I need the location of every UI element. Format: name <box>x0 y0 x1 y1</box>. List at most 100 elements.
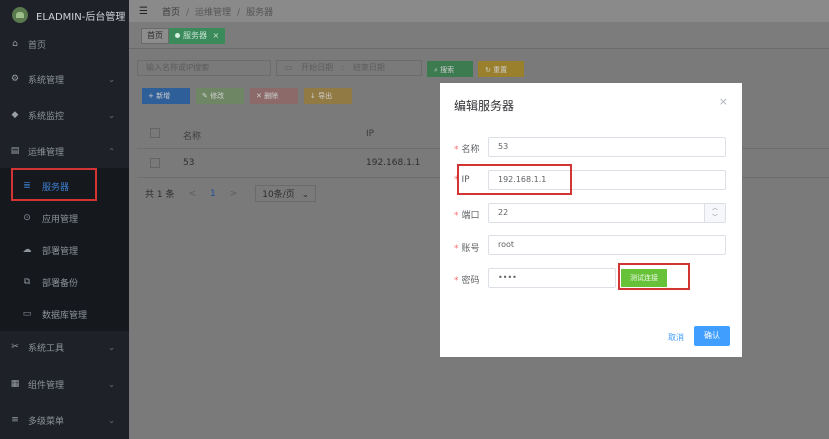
port-label: * 端口 <box>454 208 488 221</box>
sidebar-item-multimenu[interactable]: ≡ 多级菜单 ⌄ <box>0 404 129 436</box>
prev-page-button[interactable]: < <box>188 189 196 199</box>
cell-ip: 192.168.1.1 <box>366 158 421 168</box>
password-label: * 密码 <box>454 273 488 286</box>
sidebar: ELADMIN-后台管理 ⌂ 首页 ⚙ 系统管理 ⌄ ◆ 系统监控 ⌄ ▤ 运维… <box>0 0 129 439</box>
sidebar-item-tools[interactable]: ✂ 系统工具 ⌄ <box>0 331 129 363</box>
sidebar-item-label: 多级菜单 <box>28 416 65 427</box>
cell-name: 53 <box>183 158 195 168</box>
hamburger-icon[interactable]: ☰ <box>139 6 148 17</box>
chevron-up-icon: ⌃ <box>108 146 115 156</box>
search-icon: ⌕ <box>434 66 438 74</box>
database-icon: ▭ <box>22 309 32 319</box>
brand: ELADMIN-后台管理 <box>0 0 129 30</box>
reset-button-label: 重置 <box>493 66 508 74</box>
chevron-down-icon: ⌄ <box>108 110 115 120</box>
delete-button-label: 删除 <box>264 92 279 100</box>
next-page-button[interactable]: > <box>230 189 238 199</box>
sidebar-item-label: 组件管理 <box>28 380 65 391</box>
reset-button[interactable]: ↻ 重置 <box>478 61 524 77</box>
tag-home[interactable]: 首页 <box>141 28 169 44</box>
page-number[interactable]: 1 <box>210 189 216 199</box>
page-size-select[interactable]: 10条/页 ⌄ <box>255 185 317 202</box>
shield-icon: ◆ <box>11 110 19 120</box>
sidebar-item-label: 运维管理 <box>28 147 65 158</box>
chevron-up-icon[interactable]: ︿ <box>712 205 718 212</box>
sidebar-item-components[interactable]: ▦ 组件管理 ⌄ <box>0 368 129 400</box>
close-icon[interactable]: × <box>213 31 220 40</box>
tag-label: 服务器 <box>183 31 207 40</box>
gear-icon: ⚙ <box>10 74 20 84</box>
name-field[interactable]: 53 <box>488 137 726 157</box>
page-size-value: 10条/页 <box>262 190 295 200</box>
home-icon: ⌂ <box>12 39 18 49</box>
start-date: 开始日期 <box>301 63 334 72</box>
sidebar-item-home[interactable]: ⌂ 首页 <box>0 28 129 60</box>
add-button-label: 新增 <box>156 92 171 100</box>
sidebar-item-monitor[interactable]: ◆ 系统监控 ⌄ <box>0 99 129 131</box>
chevron-down-icon: ⌄ <box>108 379 115 389</box>
required-mark: * <box>454 244 459 254</box>
sidebar-item-deploy[interactable]: ☁ 部署管理 <box>0 234 129 266</box>
sidebar-item-apps[interactable]: ⊙ 应用管理 <box>0 202 129 234</box>
chevron-down-icon: ⌄ <box>108 342 115 352</box>
tags-view: 首页 服务器 × <box>129 22 829 49</box>
breadcrumb: 首页 / 运维管理 / 服务器 <box>162 5 273 18</box>
tag-server[interactable]: 服务器 × <box>169 28 226 44</box>
active-dot-icon <box>175 33 180 38</box>
chevron-down-icon: ⌄ <box>108 415 115 425</box>
sidebar-item-system[interactable]: ⚙ 系统管理 ⌄ <box>0 63 129 95</box>
cloud-icon: ☁ <box>22 245 32 255</box>
highlight-box <box>618 263 690 290</box>
row-checkbox[interactable] <box>150 158 160 168</box>
calendar-icon: ▭ <box>285 63 293 72</box>
pagination: 共 1 条 < 1 > 10条/页 ⌄ <box>145 185 317 202</box>
sidebar-item-database[interactable]: ▭ 数据库管理 <box>0 298 129 330</box>
range-separator: : <box>341 63 345 72</box>
required-mark: * <box>454 145 459 155</box>
sidebar-item-ops[interactable]: ▤ 运维管理 ⌃ <box>0 135 129 167</box>
sidebar-item-label: 系统监控 <box>28 111 65 122</box>
breadcrumb-ops: 运维管理 <box>195 7 232 18</box>
end-date: 结束日期 <box>352 63 385 72</box>
password-field[interactable]: •••• <box>488 268 616 288</box>
add-button[interactable]: + 新增 <box>142 88 190 104</box>
account-field[interactable]: root <box>488 235 726 255</box>
server-icon: ▤ <box>10 146 20 156</box>
delete-button[interactable]: ✕ 删除 <box>250 88 298 104</box>
highlight-box <box>457 164 572 195</box>
sidebar-item-label: 数据库管理 <box>42 310 88 321</box>
tools-icon: ✂ <box>11 342 19 352</box>
breadcrumb-sep: / <box>237 7 241 18</box>
total-count: 共 1 条 <box>145 190 175 200</box>
sidebar-item-label: 部署备份 <box>42 278 79 289</box>
port-value: 22 <box>498 208 509 217</box>
select-all-checkbox[interactable] <box>150 128 160 138</box>
highlight-box <box>11 168 97 201</box>
search-input[interactable]: 输入名称或IP搜索 <box>137 60 271 76</box>
search-button[interactable]: ⌕ 搜索 <box>427 61 473 77</box>
sidebar-item-backup[interactable]: ⧉ 部署备份 <box>0 266 129 298</box>
chevron-down-icon: ⌄ <box>108 74 115 84</box>
close-icon[interactable]: × <box>719 95 728 108</box>
app-title: ELADMIN-后台管理 <box>36 11 126 23</box>
chevron-down-icon[interactable]: ﹀ <box>712 214 718 221</box>
chevron-down-icon: ⌄ <box>301 190 310 200</box>
edit-server-dialog: 编辑服务器 × * 名称 53 * IP 192.168.1.1 * 端口 22 ︿ ﹀… <box>440 83 742 357</box>
breadcrumb-home[interactable]: 首页 <box>162 8 180 18</box>
export-button-label: 导出 <box>318 92 333 100</box>
cancel-button[interactable]: 取消 <box>668 332 684 343</box>
port-stepper[interactable]: 22 ︿ ﹀ <box>488 203 726 223</box>
sidebar-item-label: 部署管理 <box>42 246 79 257</box>
topbar: ☰ 首页 / 运维管理 / 服务器 <box>129 0 829 22</box>
export-button[interactable]: ↓ 导出 <box>304 88 352 104</box>
date-range-picker[interactable]: ▭ 开始日期 : 结束日期 <box>276 60 422 76</box>
sidebar-item-label: 首页 <box>28 40 47 51</box>
edit-button[interactable]: ✎ 修改 <box>196 88 244 104</box>
trash-icon: ✕ <box>256 92 262 100</box>
grid-icon: ▦ <box>10 379 20 389</box>
breadcrumb-sep: / <box>185 7 190 18</box>
stepper-buttons[interactable]: ︿ ﹀ <box>704 204 725 222</box>
confirm-button[interactable]: 确认 <box>694 326 730 346</box>
sidebar-item-label: 系统管理 <box>28 75 65 86</box>
name-label: * 名称 <box>454 142 488 155</box>
